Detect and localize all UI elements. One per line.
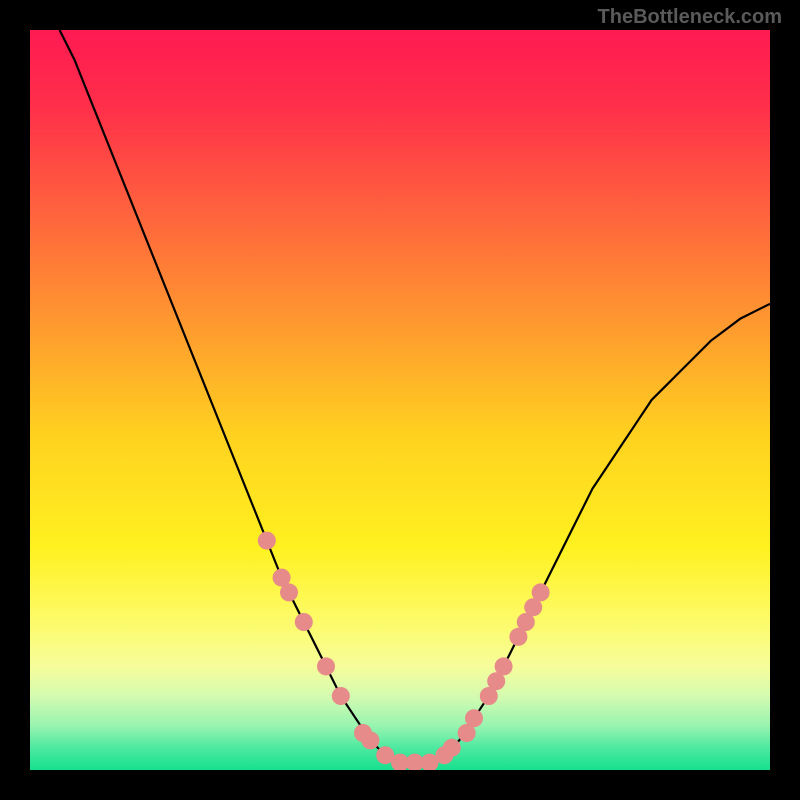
marker-dot [361, 731, 379, 749]
bottleneck-chart [30, 30, 770, 770]
marker-dot [465, 709, 483, 727]
marker-dot [258, 532, 276, 550]
marker-dot [295, 613, 313, 631]
marker-dot [317, 657, 335, 675]
marker-dot [332, 687, 350, 705]
marker-dot [280, 583, 298, 601]
marker-dot [532, 583, 550, 601]
gradient-background [30, 30, 770, 770]
marker-dot [495, 657, 513, 675]
watermark-text: TheBottleneck.com [598, 6, 782, 29]
marker-dot [443, 739, 461, 757]
chart-plot-area [30, 30, 770, 770]
